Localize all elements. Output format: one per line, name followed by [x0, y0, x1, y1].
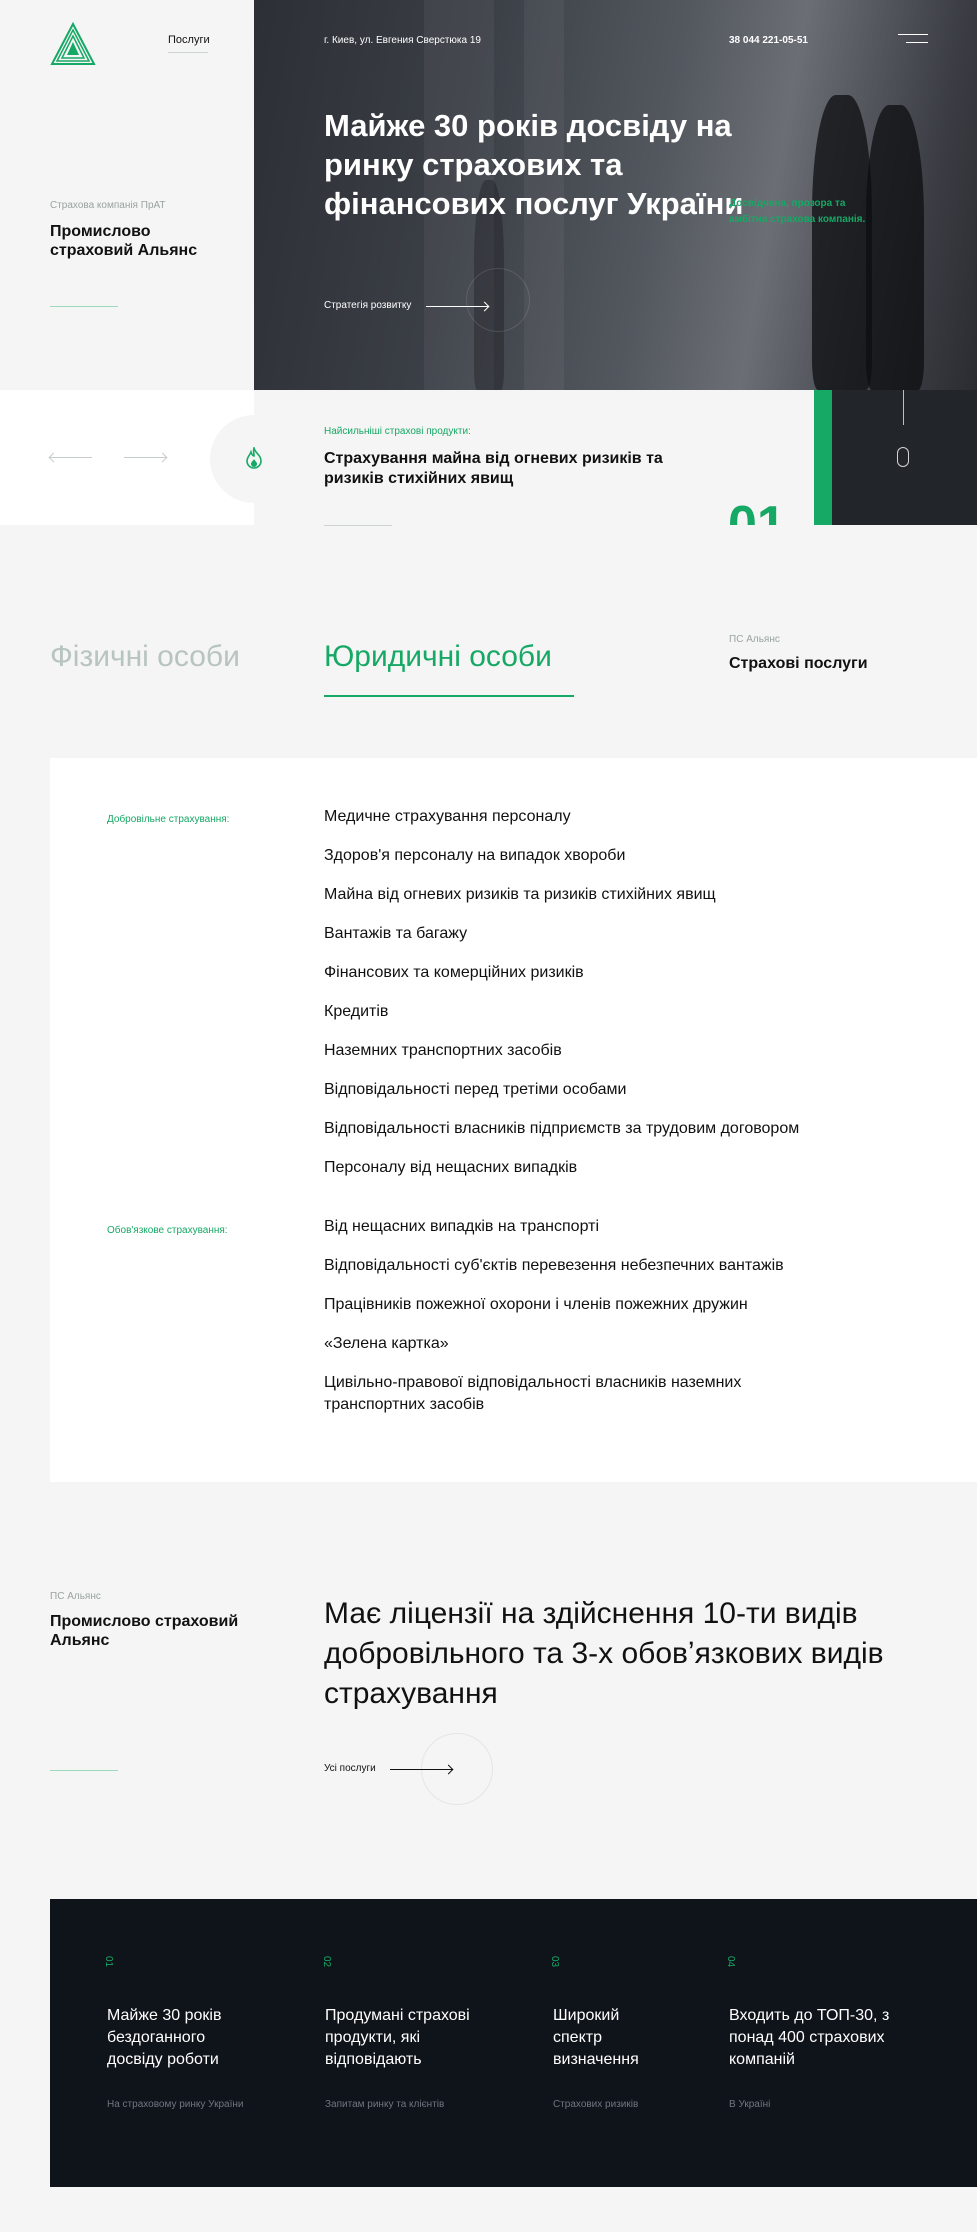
feature-number: 04	[725, 1956, 736, 1968]
service-item[interactable]: Вантажів та багажу	[324, 923, 844, 945]
hero-company-name: Промислово страховий Альянс	[50, 223, 198, 259]
service-item[interactable]: Цивільно-правової відповідальності власн…	[324, 1372, 794, 1416]
service-item[interactable]: Наземних транспортних засобів	[324, 1040, 844, 1062]
product-progress-line	[324, 525, 392, 526]
license-eyebrow: ПС Альянс	[50, 1591, 101, 1602]
service-item[interactable]: Відповідальності власників підприємств з…	[324, 1118, 844, 1140]
feature-subtitle: Страхових ризиків	[553, 2099, 639, 2110]
hero-image-figure	[866, 105, 924, 390]
hero-left-panel	[0, 0, 254, 390]
slider-next-arrow-icon[interactable]	[124, 457, 166, 458]
tab-individuals[interactable]: Фізичні особи	[50, 640, 240, 674]
license-text: Має ліцензії на здійснення 10-ти видів д…	[324, 1597, 884, 1710]
feature-title: Входить до ТОП-30, з понад 400 страхових…	[729, 2007, 890, 2068]
fire-icon	[246, 447, 262, 469]
feature-subtitle: В Україні	[729, 2099, 771, 2110]
nav-services-link[interactable]: Послуги	[168, 34, 210, 46]
service-item[interactable]: Відповідальності суб'єктів перевезення н…	[324, 1255, 844, 1277]
service-item[interactable]: «Зелена картка»	[324, 1333, 844, 1355]
feature-title: Майже 30 років бездоганного досвіду робо…	[107, 2007, 222, 2068]
hero-image-figure	[812, 95, 872, 390]
service-item[interactable]: Медичне страхування персоналу	[324, 806, 844, 828]
strategy-circle	[466, 268, 530, 332]
hero: Послуги Страхова компанія ПрАТ Промислов…	[0, 0, 977, 390]
arrow-right-icon[interactable]	[426, 306, 488, 307]
tab-legal-entities[interactable]: Юридичні особи	[324, 640, 552, 674]
service-item[interactable]: Працівників пожежної охорони і членів по…	[324, 1294, 844, 1316]
hero-tagline: Досвідчена, прозора та амбітна страхова …	[729, 198, 866, 225]
product-label: Найсильніші страхові продукти:	[324, 426, 471, 437]
mandatory-label: Обов'язкове страхування:	[107, 1225, 228, 1236]
feature-subtitle: На страховому ринку України	[107, 2099, 244, 2110]
menu-icon[interactable]	[898, 34, 928, 44]
service-item[interactable]: Здоров'я персоналу на випадок хвороби	[324, 845, 844, 867]
page: Послуги Страхова компанія ПрАТ Промислов…	[0, 0, 977, 2232]
services-title: Страхові послуги	[729, 655, 868, 672]
license-company: Промислово страховий Альянс	[50, 1613, 239, 1649]
voluntary-label: Добровільне страхування:	[107, 814, 230, 825]
feature-number: 01	[103, 1956, 114, 1968]
arrow-right-icon[interactable]	[390, 1769, 452, 1770]
feature-title: Широкий спектр визначення	[553, 2007, 639, 2068]
product-title[interactable]: Страхування майна від огневих ризиків та…	[324, 449, 684, 489]
header-address: г. Киев, ул. Евгения Сверстюка 19	[324, 35, 481, 46]
product-number: 01	[728, 496, 786, 525]
license-divider	[50, 1770, 118, 1771]
service-item[interactable]: Кредитів	[324, 1001, 844, 1023]
feature-number: 02	[321, 1956, 332, 1968]
service-item[interactable]: Від нещасних випадків на транспорті	[324, 1216, 844, 1238]
service-item[interactable]: Майна від огневих ризиків та ризиків сти…	[324, 884, 844, 906]
all-services-link[interactable]: Усі послуги	[324, 1763, 376, 1774]
menu-icon-bar	[898, 34, 928, 35]
service-item[interactable]: Фінансових та комерційних ризиків	[324, 962, 844, 984]
menu-icon-bar	[906, 42, 928, 43]
hero-title: Майже 30 років досвіду на ринку страхови…	[324, 108, 744, 221]
strategy-link[interactable]: Стратегія розвитку	[324, 300, 411, 311]
service-item[interactable]: Персоналу від нещасних випадків	[324, 1157, 844, 1179]
feature-subtitle: Запитам ринку та клієнтів	[325, 2099, 445, 2110]
accent-bar	[814, 390, 832, 525]
feature-title: Продумані страхові продукти, які відпові…	[325, 2007, 470, 2068]
slider-prev-arrow-icon[interactable]	[50, 457, 92, 458]
mouse-scroll-icon[interactable]	[897, 447, 909, 467]
services-eyebrow: ПС Альянс	[729, 634, 780, 645]
scroll-line	[903, 390, 904, 425]
feature-number: 03	[549, 1956, 560, 1968]
header-phone[interactable]: 38 044 221-05-51	[729, 35, 808, 46]
logo-icon[interactable]	[50, 22, 96, 68]
active-tab-underline	[324, 695, 574, 697]
nav-underline	[168, 52, 208, 53]
hero-divider	[50, 306, 118, 307]
hero-subtitle: Страхова компанія ПрАТ	[50, 200, 166, 211]
service-item[interactable]: Відповідальності перед третіми особами	[324, 1079, 844, 1101]
